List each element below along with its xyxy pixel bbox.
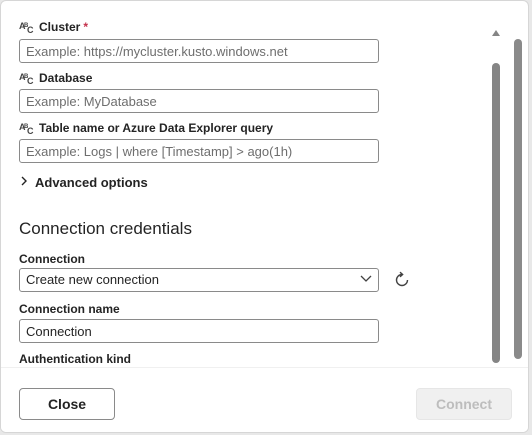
connection-label: Connection <box>19 252 85 266</box>
chevron-right-icon <box>19 176 31 189</box>
connection-select[interactable]: Create new connection <box>19 268 379 292</box>
svg-text:C: C <box>27 25 34 34</box>
advanced-options-label: Advanced options <box>35 175 148 190</box>
svg-text:C: C <box>27 76 34 85</box>
refresh-icon[interactable] <box>391 269 413 291</box>
dialog: A B C Cluster * A B C Database <box>0 0 529 433</box>
database-input[interactable] <box>19 89 379 113</box>
scroll-up-arrow-icon[interactable] <box>491 25 501 36</box>
outer-scroll-thumb[interactable] <box>514 39 522 359</box>
cluster-input[interactable] <box>19 39 379 63</box>
connect-button[interactable]: Connect <box>416 388 512 420</box>
scroll-down-arrow-icon[interactable] <box>491 351 501 362</box>
text-type-icon: A B C <box>19 121 35 135</box>
outer-scrollbar[interactable] <box>514 19 524 365</box>
close-button[interactable]: Close <box>19 388 115 420</box>
table-query-input[interactable] <box>19 139 379 163</box>
table-label-text: Table name or Azure Data Explorer query <box>39 121 274 135</box>
advanced-options-toggle[interactable]: Advanced options <box>19 175 148 190</box>
text-type-icon: A B C <box>19 71 35 85</box>
connection-name-label: Connection name <box>19 302 120 316</box>
table-label: A B C Table name or Azure Data Explorer … <box>19 121 273 135</box>
required-mark: * <box>83 20 89 34</box>
dialog-footer: Close Connect <box>1 367 528 432</box>
connection-selected-value: Create new connection <box>26 272 159 287</box>
database-label-text: Database <box>39 71 93 85</box>
svg-text:C: C <box>27 126 34 135</box>
cluster-label-text: Cluster <box>39 20 81 34</box>
connection-name-input[interactable] <box>19 319 379 343</box>
form-scrollbar[interactable] <box>489 19 503 365</box>
chevron-down-icon <box>360 269 372 291</box>
authentication-kind-label: Authentication kind <box>19 352 131 366</box>
form-scroll-area: A B C Cluster * A B C Database <box>1 1 528 367</box>
scroll-thumb[interactable] <box>492 63 500 363</box>
text-type-icon: A B C <box>19 20 35 34</box>
database-label: A B C Database <box>19 71 92 85</box>
section-title-credentials: Connection credentials <box>19 219 192 238</box>
cluster-label: A B C Cluster * <box>19 20 88 34</box>
